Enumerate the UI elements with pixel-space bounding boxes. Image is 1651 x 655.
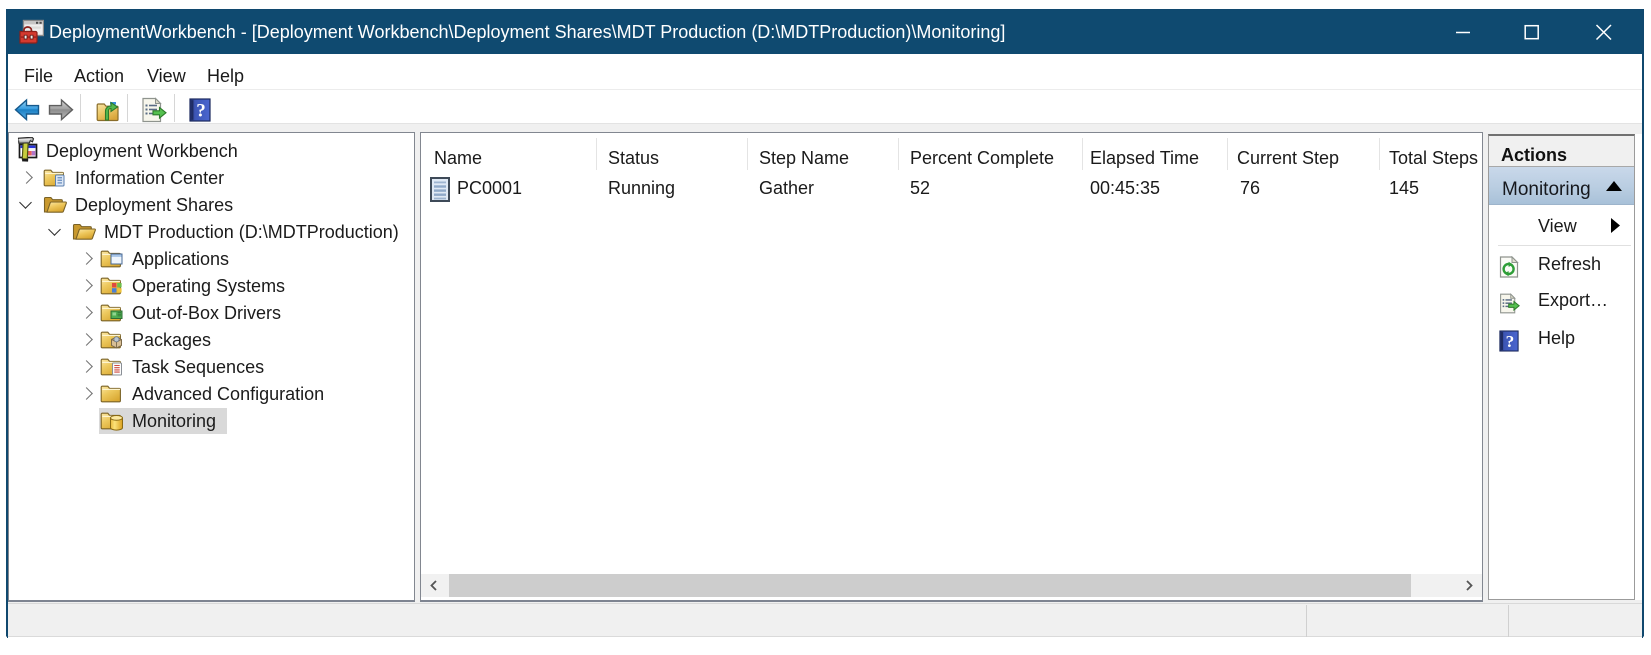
svg-text:?: ? [1506, 332, 1515, 351]
svg-text:?: ? [196, 101, 206, 122]
